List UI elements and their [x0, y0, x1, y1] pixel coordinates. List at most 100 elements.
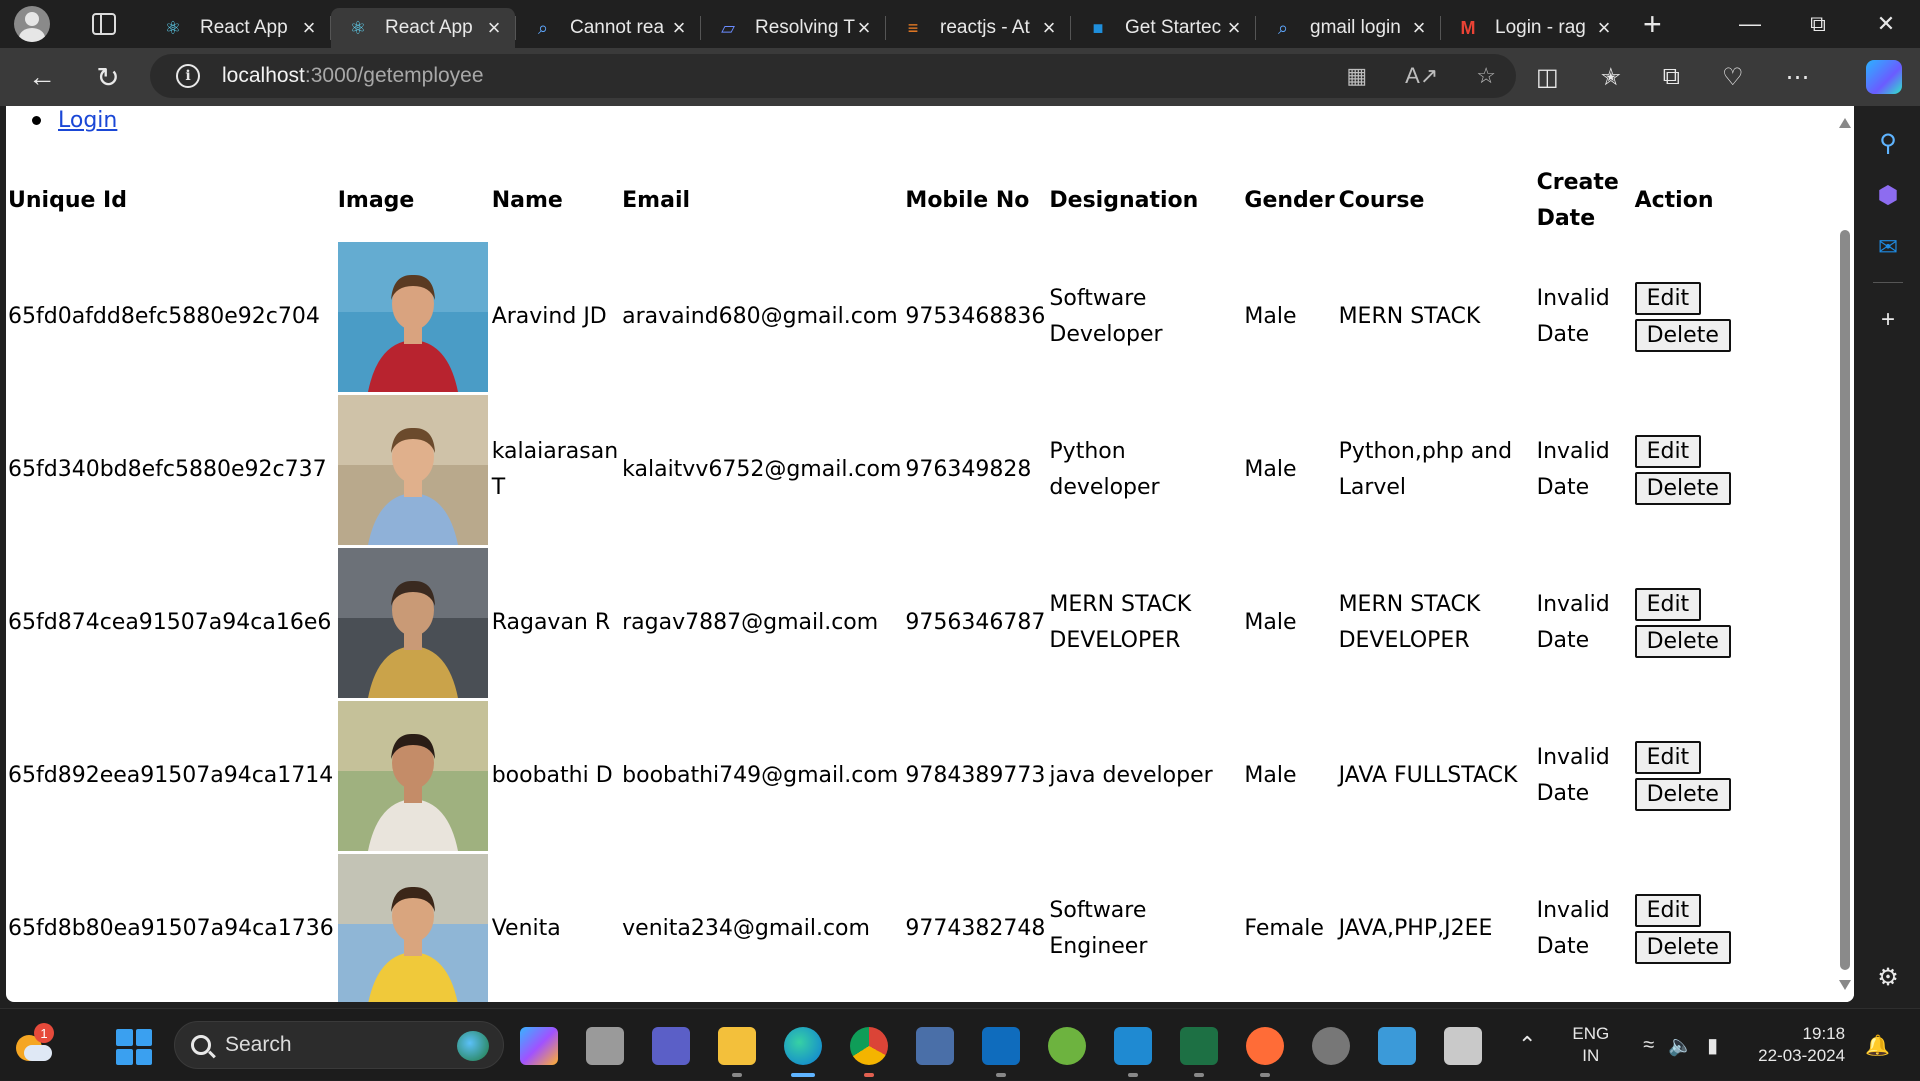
nav-list-item: Login	[32, 108, 117, 133]
copilot-pre-app-icon[interactable]	[520, 1027, 558, 1065]
delete-button[interactable]: Delete	[1634, 624, 1731, 658]
wifi-icon[interactable]: ≈	[1643, 1034, 1654, 1057]
teams-app-icon[interactable]	[652, 1027, 690, 1065]
running-indicator	[1128, 1073, 1138, 1077]
notification-bell-icon[interactable]: 🔔	[1865, 1033, 1890, 1058]
settings-app-icon[interactable]	[1312, 1027, 1350, 1065]
edge-browser-icon[interactable]	[784, 1027, 822, 1065]
sidebar-outlook-icon[interactable]: ✉	[1873, 232, 1903, 262]
action-cell: Edit Delete	[1633, 699, 1743, 852]
profile-avatar-icon[interactable]	[14, 6, 50, 42]
login-link[interactable]: Login	[58, 108, 117, 133]
clock[interactable]: 19:18 22-03-2024	[1758, 1023, 1845, 1067]
email-cell: ragav7887@gmail.com	[622, 609, 879, 635]
edit-button[interactable]: Edit	[1634, 893, 1702, 927]
sidebar-settings-gear-icon[interactable]: ⚙	[1873, 962, 1903, 992]
back-arrow-icon[interactable]: ←	[20, 55, 64, 99]
site-info-icon[interactable]: i	[176, 64, 200, 88]
weather-widget-icon[interactable]: 1	[12, 1023, 54, 1065]
app-available-icon[interactable]: ▦	[1346, 63, 1367, 89]
url-host: localhost	[222, 64, 305, 87]
taskbar-search[interactable]: Search	[174, 1021, 504, 1069]
input-language[interactable]: ENG IN	[1572, 1023, 1609, 1067]
tab-close-icon[interactable]: ×	[1040, 15, 1058, 41]
refresh-icon[interactable]: ↻	[86, 55, 130, 99]
outlook-app-icon[interactable]	[982, 1027, 1020, 1065]
tab-close-icon[interactable]: ×	[1595, 15, 1613, 41]
vscode-app-icon[interactable]	[1114, 1027, 1152, 1065]
unique-id-cell: 65fd8b80ea91507a94ca1736	[8, 915, 334, 941]
close-window-icon[interactable]: ✕	[1852, 0, 1920, 48]
designation-cell: Software Engineer	[1049, 897, 1148, 959]
employee-page: Login Unique Id Image Name Email Mobile No De…	[6, 106, 1836, 1002]
unique-id-cell: 65fd874cea91507a94ca16e6	[8, 609, 332, 635]
scroll-down-arrow-icon[interactable]	[1839, 980, 1851, 990]
edit-button[interactable]: Edit	[1634, 587, 1702, 621]
browser-tab[interactable]: ⌕ Cannot rea ×	[516, 8, 700, 48]
browser-essentials-icon[interactable]: ♡	[1722, 63, 1744, 92]
show-hidden-icons-chevron-icon[interactable]: ⌃	[1518, 1032, 1536, 1058]
system-tray: ⌃ ENG IN ≈ 🔈 ▮ 19:18 22-03-2024 🔔	[1518, 1009, 1920, 1081]
address-bar[interactable]: i localhost:3000/getemployee ▦ A↗ ☆	[150, 54, 1516, 98]
speaker-muted-icon[interactable]: 🔈	[1668, 1033, 1693, 1058]
restore-icon[interactable]: ⧉	[1784, 0, 1852, 48]
mobile-cell: 976349828	[905, 456, 1032, 482]
favorite-star-icon[interactable]: ☆	[1476, 63, 1496, 89]
tab-close-icon[interactable]: ×	[670, 15, 688, 41]
scroll-up-arrow-icon[interactable]	[1839, 118, 1851, 128]
tab-close-icon[interactable]: ×	[485, 15, 503, 41]
excel-app-icon[interactable]	[1180, 1027, 1218, 1065]
course-cell: MERN STACK DEVELOPER	[1338, 591, 1481, 653]
browser-tab[interactable]: ⚛ React App ×	[331, 8, 515, 48]
delete-button[interactable]: Delete	[1634, 471, 1731, 505]
column-header: Gender	[1244, 188, 1335, 213]
sidebar-search-icon[interactable]: ⚲	[1873, 128, 1903, 158]
toolbar-icons: ◫ ✭ ⧉ ♡ ⋯	[1536, 48, 1809, 106]
tab-close-icon[interactable]: ×	[300, 15, 318, 41]
edit-button[interactable]: Edit	[1634, 434, 1702, 468]
browser-tab[interactable]: ⌕ gmail login ×	[1256, 8, 1440, 48]
delete-button[interactable]: Delete	[1634, 318, 1731, 352]
edit-button[interactable]: Edit	[1634, 740, 1702, 774]
notepad-app-icon[interactable]	[1378, 1027, 1416, 1065]
running-indicator	[1260, 1073, 1270, 1077]
delete-button[interactable]: Delete	[1634, 930, 1731, 964]
split-screen-icon[interactable]: ◫	[1536, 63, 1559, 92]
minimize-icon[interactable]: —	[1716, 0, 1784, 48]
course-cell: MERN STACK	[1338, 303, 1481, 329]
browser-tab[interactable]: ■ Get Startec ×	[1071, 8, 1255, 48]
browser-tab[interactable]: ▱ Resolving T ×	[701, 8, 885, 48]
postman-app-icon[interactable]	[1246, 1027, 1284, 1065]
sidebar-add-icon[interactable]: +	[1873, 305, 1903, 335]
spring-tools-icon[interactable]	[1048, 1027, 1086, 1065]
tab-close-icon[interactable]: ×	[1410, 15, 1428, 41]
address-bar-icons: ▦ A↗ ☆	[1346, 54, 1496, 98]
delete-button[interactable]: Delete	[1634, 777, 1731, 811]
edit-button[interactable]: Edit	[1634, 281, 1702, 315]
read-aloud-icon[interactable]: A↗	[1405, 63, 1438, 89]
task-view-icon[interactable]	[586, 1027, 624, 1065]
chrome-browser-icon[interactable]	[850, 1027, 888, 1065]
new-tab-plus-icon[interactable]: +	[1643, 6, 1662, 43]
tab-actions-icon[interactable]	[92, 13, 116, 35]
collections-icon[interactable]: ⧉	[1663, 63, 1680, 91]
browser-tab[interactable]: ≡ reactjs - At ×	[886, 8, 1070, 48]
scrollbar-thumb[interactable]	[1840, 230, 1850, 970]
tab-close-icon[interactable]: ×	[855, 15, 873, 41]
page-scrollbar[interactable]	[1836, 106, 1854, 1002]
favorites-icon[interactable]: ✭	[1601, 63, 1621, 92]
copilot-icon[interactable]	[1866, 60, 1902, 94]
file-explorer-icon[interactable]	[718, 1027, 756, 1065]
snipping-tool-icon[interactable]	[1444, 1027, 1482, 1065]
windows-taskbar: 1 Search ⌃ ENG IN ≈ 🔈 ▮ 19:18 22-03-2024	[0, 1008, 1920, 1080]
start-button-icon[interactable]	[116, 1029, 152, 1065]
battery-icon[interactable]: ▮	[1707, 1033, 1718, 1058]
remote-desktop-icon[interactable]	[916, 1027, 954, 1065]
tab-close-icon[interactable]: ×	[1225, 15, 1243, 41]
column-header: Mobile No	[905, 188, 1030, 213]
more-menu-icon[interactable]: ⋯	[1785, 63, 1809, 92]
lang-code: ENG	[1572, 1024, 1610, 1043]
sidebar-copilot-app-icon[interactable]: ⬢	[1873, 180, 1903, 210]
browser-tab[interactable]: ⚛ React App ×	[146, 8, 330, 48]
browser-tab[interactable]: M Login - rag ×	[1441, 8, 1625, 48]
